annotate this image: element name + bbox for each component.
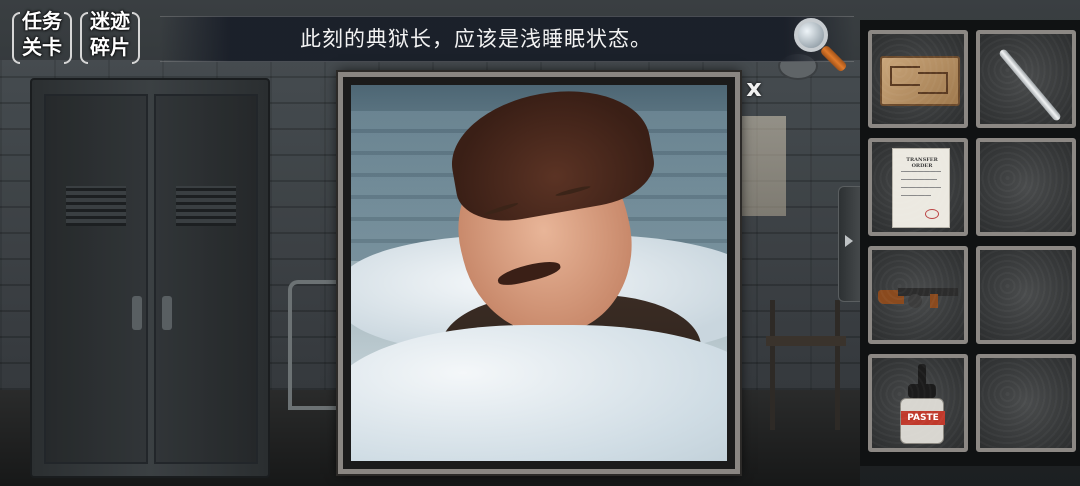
clue-button-line1: 迷迹 [90,9,130,33]
magnifier-handle [819,44,848,73]
anatomy-poster [742,116,786,216]
gun-stock [878,290,904,304]
inventory-slot-maze-map[interactable] [868,30,968,128]
document-icon: TRANSFER ORDER [892,148,950,228]
maze-path [890,66,920,86]
inventory-slot-scalpel[interactable] [976,30,1076,128]
locker-door-right [154,94,258,464]
paste-cap [908,384,936,398]
paste-tip [918,364,926,386]
gun-grip [930,294,938,308]
blanket [351,325,727,461]
locker-handle [162,296,172,330]
inventory-slot-empty[interactable] [976,354,1076,452]
paste-label: PASTE [901,411,945,425]
metal-locker [30,78,270,478]
magnifier-icon[interactable] [792,18,848,80]
paste-bottle-icon: PASTE [898,364,946,446]
task-button-line2: 关卡 [22,35,62,59]
vent [176,186,236,226]
sleeping-warden-portrait[interactable] [351,85,727,461]
maze-path [918,72,948,94]
doc-line [901,171,941,172]
doc-line [901,187,941,188]
gun-drum [908,294,922,308]
bracket-left [12,12,20,64]
paste-jar: PASTE [900,398,945,444]
locker-handle [132,296,142,330]
vent [66,186,126,226]
inventory-slot-transfer-order[interactable]: TRANSFER ORDER [868,138,968,236]
chair-seat [766,336,846,346]
close-icon[interactable]: x [742,74,766,102]
clue-fragments-button[interactable]: 迷迹 碎片 [80,8,140,68]
scalpel-icon [998,47,1062,123]
bracket-left [80,12,88,64]
chair [770,300,840,430]
inventory-slot-paste[interactable]: PASTE [868,354,968,452]
doc-stamp [925,209,939,219]
inventory-slot-empty[interactable] [976,246,1076,344]
magnifier-lens [794,18,828,52]
task-button-line1: 任务 [22,9,62,33]
inventory-slot-tommy-gun[interactable] [868,246,968,344]
doc-line [901,195,931,196]
gun-barrel [898,288,958,296]
maze-map-icon [880,56,960,106]
task-level-button[interactable]: 任务 关卡 [12,8,72,68]
doc-line [901,179,937,180]
inventory-toggle[interactable] [838,186,860,302]
chevron-right-icon [845,235,853,247]
document-title: TRANSFER ORDER [906,157,938,169]
hint-text: 此刻的典狱长，应该是浅睡眠状态。 [300,27,652,51]
clue-button-line2: 碎片 [90,35,130,59]
gun-icon [878,286,962,308]
closeup-popup [338,72,740,474]
inventory-slot-empty[interactable] [976,138,1076,236]
bracket-right [132,12,140,64]
locker-door-left [44,94,148,464]
bracket-right [64,12,72,64]
